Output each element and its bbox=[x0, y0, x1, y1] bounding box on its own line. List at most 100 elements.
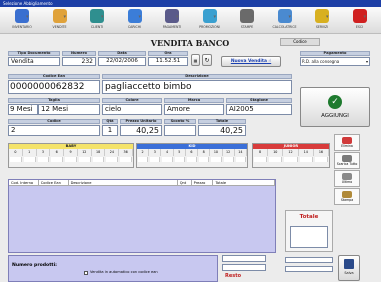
data-field[interactable]: 22/02/2006 bbox=[98, 57, 146, 66]
size-option[interactable]: 6 bbox=[50, 149, 65, 156]
size-option[interactable]: 0 bbox=[9, 149, 23, 156]
size-option[interactable]: 6 bbox=[186, 149, 199, 156]
size-qty-cell[interactable] bbox=[174, 157, 185, 162]
size-option[interactable]: 1 bbox=[23, 149, 37, 156]
size-option[interactable]: 8 bbox=[253, 149, 269, 156]
marca-field[interactable]: Amore bbox=[164, 104, 224, 115]
size-qty-cell[interactable] bbox=[162, 157, 173, 162]
aggiungi-button[interactable]: ✓ AGGIUNGI bbox=[300, 87, 370, 127]
size-qty-cell[interactable] bbox=[10, 157, 22, 162]
totale-field[interactable]: 40,25 bbox=[198, 125, 246, 136]
size-option[interactable]: 24 bbox=[105, 149, 120, 156]
stagione-field[interactable]: AI2005 bbox=[226, 104, 292, 115]
side-icon bbox=[342, 173, 352, 180]
nuova-vendita-button[interactable]: Nuova Vendita ☝ bbox=[221, 56, 281, 67]
qta-field[interactable]: 1 bbox=[102, 125, 118, 136]
ora-field[interactable]: 11.52.51 bbox=[148, 57, 188, 66]
size-option[interactable]: 3 bbox=[37, 149, 51, 156]
grid-col-header[interactable]: Qnt bbox=[178, 180, 192, 185]
size-option[interactable]: 14 bbox=[235, 149, 247, 156]
size-option[interactable]: 2 bbox=[137, 149, 150, 156]
size-option[interactable]: 8 bbox=[198, 149, 211, 156]
resto-field-2[interactable] bbox=[285, 266, 333, 272]
size-option[interactable]: 10 bbox=[210, 149, 223, 156]
toolbar-button-pagamenti[interactable]: ▾ PAGAMENTI bbox=[154, 8, 190, 33]
taglia-field-1[interactable]: 9 Mesi bbox=[8, 104, 38, 115]
numero-field[interactable]: 232 bbox=[62, 57, 96, 66]
side-button-elimina[interactable]: Elimina bbox=[334, 134, 360, 151]
toolbar-button-stampe[interactable]: ▾ STAMPE bbox=[229, 8, 265, 33]
size-option[interactable]: 36 bbox=[119, 149, 134, 156]
pagamento-select[interactable]: R.D. alla consegna ▾ bbox=[300, 57, 370, 66]
size-qty-cell[interactable] bbox=[254, 157, 268, 162]
items-grid[interactable]: Cod. Interno Codice Ean Descrizione Qnt Prez… bbox=[8, 179, 276, 253]
side-icon bbox=[342, 191, 352, 198]
grid-col-header[interactable]: Prezzo bbox=[192, 180, 214, 185]
size-option[interactable]: 4 bbox=[161, 149, 174, 156]
codean-field[interactable]: 0000000062832 bbox=[8, 80, 100, 94]
grid-col-header[interactable]: Codice Ean bbox=[39, 180, 69, 185]
prezzo-field[interactable]: 40,25 bbox=[120, 125, 162, 136]
toolbar-button-servizi[interactable]: ▾ SERVIZI bbox=[304, 8, 340, 33]
side-button-scarica-tutto[interactable]: Scarica Tutto bbox=[334, 152, 360, 169]
size-qty-cell[interactable] bbox=[65, 157, 77, 162]
size-qty-cell[interactable] bbox=[37, 157, 50, 162]
size-qty-cell[interactable] bbox=[284, 157, 298, 162]
toolbar-button-promozioni[interactable]: ▾ PROMOZIONI bbox=[192, 8, 228, 33]
toolbar-button-clienti[interactable]: ▾ CLIENTI bbox=[79, 8, 115, 33]
toolbar-button-calcolatrice[interactable]: ▾ CALCOLATRICE bbox=[267, 8, 303, 33]
size-qty-cell[interactable] bbox=[23, 157, 36, 162]
toolbar-button-inventario[interactable]: ▾ INVENTARIO bbox=[4, 8, 40, 33]
size-option[interactable]: 14 bbox=[299, 149, 314, 156]
pagamento-combo-1[interactable] bbox=[222, 255, 266, 262]
toolbar-button-esci[interactable]: ▾ ESCI bbox=[342, 8, 378, 33]
save-button[interactable]: Salva bbox=[338, 255, 360, 281]
chevron-down-icon: ▾ bbox=[363, 14, 367, 20]
size-qty-cell[interactable] bbox=[235, 157, 246, 162]
sconto-field[interactable] bbox=[164, 125, 196, 136]
size-qty-cell[interactable] bbox=[138, 157, 149, 162]
grid-col-header[interactable]: Descrizione bbox=[69, 180, 178, 185]
size-qty-cell[interactable] bbox=[199, 157, 210, 162]
hand-icon: ☝ bbox=[268, 59, 272, 64]
size-option[interactable]: 18 bbox=[92, 149, 106, 156]
size-option[interactable]: 12 bbox=[223, 149, 235, 156]
size-qty-cell[interactable] bbox=[92, 157, 105, 162]
size-option[interactable]: 12 bbox=[78, 149, 92, 156]
resto-field-1[interactable] bbox=[285, 257, 333, 263]
tipo-doc-field[interactable]: Vendita bbox=[8, 57, 60, 66]
size-qty-cell[interactable] bbox=[211, 157, 222, 162]
grid-col-header[interactable]: Cod. Interno bbox=[9, 180, 39, 185]
refresh-icon: ↻ bbox=[204, 57, 210, 64]
colore-field[interactable]: cielo bbox=[102, 104, 162, 115]
codice-field[interactable]: 2 bbox=[8, 125, 100, 136]
size-option[interactable]: 16 bbox=[314, 149, 330, 156]
side-button-ultimo[interactable]: Ultimo bbox=[334, 170, 360, 187]
size-qty-cell[interactable] bbox=[106, 157, 119, 162]
side-button-stampa[interactable]: Stampa bbox=[334, 188, 360, 205]
size-option[interactable]: 12 bbox=[283, 149, 299, 156]
auto-ean-checkbox[interactable] bbox=[84, 271, 88, 275]
size-qty-cell[interactable] bbox=[78, 157, 91, 162]
size-option[interactable]: 10 bbox=[268, 149, 284, 156]
size-qty-cell[interactable] bbox=[223, 157, 234, 162]
size-qty-cell[interactable] bbox=[120, 157, 133, 162]
size-option[interactable]: 5 bbox=[174, 149, 186, 156]
size-qty-cell[interactable] bbox=[150, 157, 161, 162]
size-qty-cell[interactable] bbox=[51, 157, 64, 162]
calendar-button[interactable]: ▦ bbox=[191, 54, 200, 66]
size-option[interactable]: 9 bbox=[64, 149, 78, 156]
toolbar-button-vendite[interactable]: ▾ VENDITE bbox=[42, 8, 78, 33]
taglia-field-2[interactable]: 12 Mesi bbox=[38, 104, 100, 115]
pagamento-combo-2[interactable] bbox=[222, 264, 266, 271]
toolbar-button-carichi[interactable]: ▾ CARICHI bbox=[117, 8, 153, 33]
grid-col-header[interactable]: Totale bbox=[213, 180, 275, 185]
size-qty-cell[interactable] bbox=[186, 157, 198, 162]
size-qty-cell[interactable] bbox=[299, 157, 313, 162]
size-qty-cell[interactable] bbox=[314, 157, 329, 162]
desc-field[interactable]: pagliaccetto bimbo bbox=[102, 80, 292, 94]
floppy-icon bbox=[344, 259, 354, 269]
refresh-button[interactable]: ↻ bbox=[202, 54, 212, 66]
size-option[interactable]: 3 bbox=[149, 149, 162, 156]
size-qty-cell[interactable] bbox=[269, 157, 283, 162]
